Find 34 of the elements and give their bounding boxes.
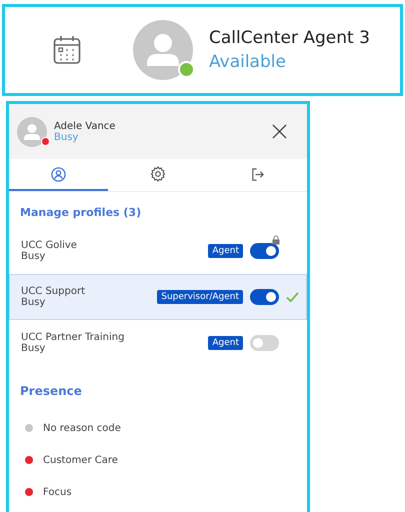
- profile-name: UCC Partner Training: [21, 332, 126, 343]
- profile-status: Busy: [21, 251, 46, 262]
- presence-option[interactable]: No reason code: [9, 412, 307, 444]
- presence-label: No reason code: [43, 422, 121, 434]
- presence-option[interactable]: Customer Care: [9, 444, 307, 476]
- profile-row[interactable]: UCC Partner Training Busy Agent: [9, 320, 307, 366]
- settings-icon: [150, 166, 166, 182]
- user-status: Busy: [54, 132, 80, 142]
- presence-option[interactable]: Focus: [9, 476, 307, 508]
- section-title: Presence: [19, 383, 83, 400]
- calendar-icon[interactable]: [53, 35, 81, 65]
- profile-row[interactable]: UCC Golive Busy Agent: [9, 228, 307, 274]
- user-name: Adele Vance: [54, 120, 116, 132]
- profile-name: UCC Golive: [21, 240, 78, 251]
- profile-status: Busy: [21, 297, 46, 308]
- close-icon[interactable]: [272, 124, 287, 139]
- role-badge: Agent: [208, 244, 243, 258]
- toggle-switch[interactable]: [250, 243, 279, 259]
- presence-label: Customer Care: [43, 454, 118, 466]
- check-icon: [286, 292, 299, 302]
- role-badge: Supervisor/Agent: [157, 290, 243, 304]
- toggle-switch[interactable]: [250, 289, 279, 305]
- presence-label: Focus: [43, 486, 72, 498]
- avatar-icon: [133, 20, 193, 80]
- section-title: Manage profiles (3): [19, 205, 142, 221]
- toggle-switch[interactable]: [250, 335, 279, 351]
- person-icon: [51, 166, 66, 182]
- sign-out-icon: [250, 166, 265, 182]
- role-badge: Agent: [208, 336, 243, 350]
- profile-status: Busy: [21, 343, 46, 354]
- profile-name: UCC Support: [21, 286, 86, 297]
- avatar-icon: [17, 116, 47, 146]
- profile-row[interactable]: UCC Support Busy Supervisor/Agent: [9, 274, 307, 320]
- agent-name: CallCenter Agent 3: [209, 28, 370, 48]
